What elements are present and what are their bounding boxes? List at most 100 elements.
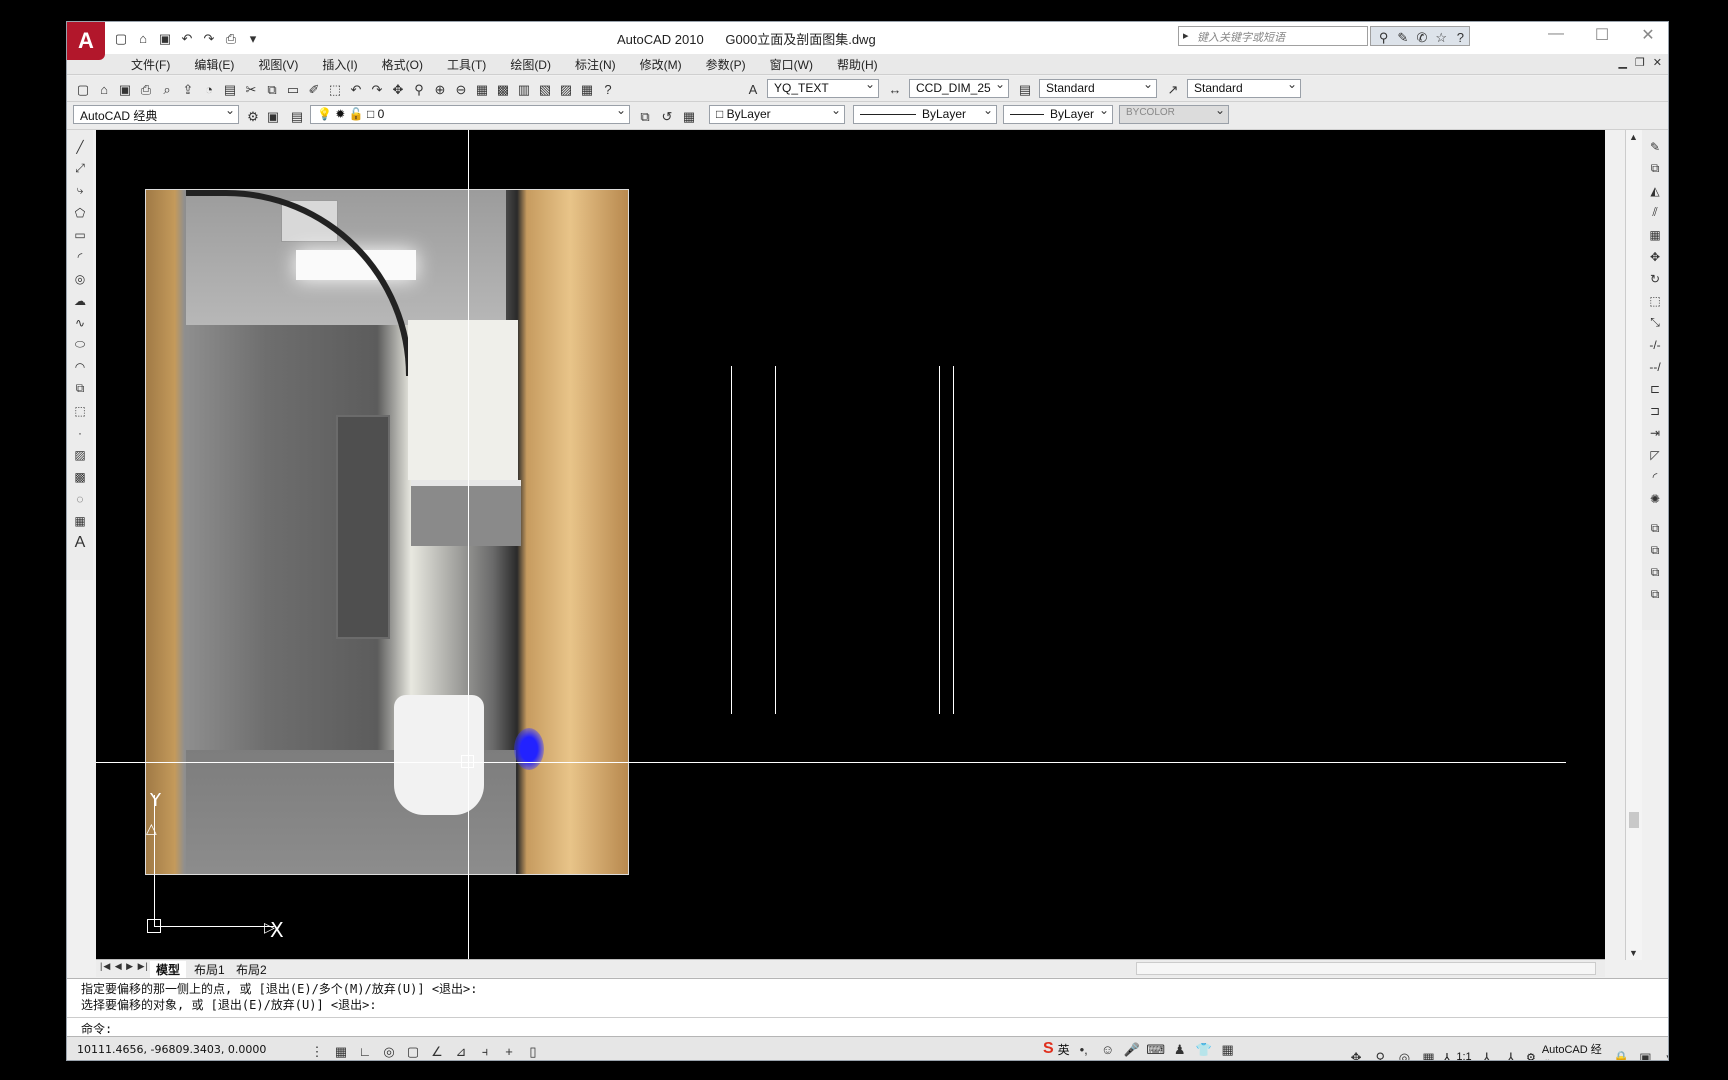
search-input[interactable]: 键入关键字或短语 (1178, 26, 1368, 46)
tab-navigation-icon[interactable]: |◀ ◀ ▶ ▶| (100, 961, 149, 972)
draw-order-front-icon[interactable]: ⧉ (1645, 518, 1665, 539)
toolbar-redo-icon[interactable]: ↷ (367, 79, 387, 99)
table-icon[interactable]: ▦ (70, 510, 90, 531)
dim-style-icon[interactable]: ↔ (885, 79, 905, 99)
application-menu-button[interactable]: A (67, 22, 105, 60)
drawn-line-2[interactable] (775, 366, 776, 714)
sogou-icon[interactable]: S (1043, 1040, 1054, 1058)
preview-icon[interactable]: ⌕ (157, 79, 177, 99)
layer-state-icon[interactable]: ▦ (679, 106, 699, 126)
explode-icon[interactable]: ✺ (1645, 488, 1665, 509)
extend-icon[interactable]: --/ (1645, 356, 1665, 377)
help-icon[interactable]: ? (1452, 27, 1469, 47)
layer-select[interactable]: 💡 ✹ 🔓 □ 0 (310, 105, 630, 124)
chamfer-icon[interactable]: ◸ (1645, 444, 1665, 465)
publish-icon[interactable]: ⇪ (178, 79, 198, 99)
workspace-status[interactable]: AutoCAD 经典 (1542, 1041, 1606, 1060)
auto-scale-icon[interactable]: ⅄ (1502, 1047, 1520, 1061)
menu-insert[interactable]: 插入(I) (310, 54, 369, 74)
layer-previous-icon[interactable]: ↺ (657, 106, 677, 126)
dim-style-select[interactable]: CCD_DIM_25 (909, 79, 1009, 98)
save-toolbar-icon[interactable]: ▣ (115, 79, 135, 99)
copy-object-icon[interactable]: ⧉ (1645, 158, 1665, 179)
fillet-icon[interactable]: ◜ (1645, 466, 1665, 487)
drawing-canvas[interactable]: Y X ▷ △ (96, 130, 1605, 960)
doc-minimize-icon[interactable]: ▁ (1618, 56, 1626, 69)
isolate-icon[interactable]: ▾ (1661, 1047, 1668, 1061)
zoom-previous-icon[interactable]: ⊖ (451, 79, 471, 99)
rotate-icon[interactable]: ↻ (1645, 268, 1665, 289)
drawn-line-3[interactable] (939, 366, 940, 714)
user-icon[interactable]: ♟ (1170, 1039, 1190, 1059)
favorites-star-icon[interactable]: ☆ (1433, 27, 1450, 47)
menu-file[interactable]: 文件(F) (119, 54, 182, 74)
table-style-icon[interactable]: ▤ (1015, 79, 1035, 99)
tool-palettes-icon[interactable]: ▥ (514, 79, 534, 99)
otrack-icon[interactable]: ∠ (427, 1041, 447, 1060)
menu-modify[interactable]: 修改(M) (628, 54, 694, 74)
sheet-set-icon[interactable]: ▧ (535, 79, 555, 99)
tab-layout2[interactable]: 布局2 (230, 961, 273, 978)
horizontal-scrollbar[interactable] (1136, 962, 1596, 975)
qat-dropdown-icon[interactable]: ▾ (243, 28, 263, 48)
doc-restore-icon[interactable]: ❐ (1635, 56, 1645, 69)
calculator-icon[interactable]: ▦ (577, 79, 597, 99)
scroll-down-icon[interactable]: ▼ (1629, 948, 1638, 958)
steeringwheel-icon[interactable]: ◎ (1395, 1047, 1413, 1061)
grid-icon[interactable]: ▦ (331, 1041, 351, 1060)
command-window[interactable]: 指定要偏移的那一侧上的点, 或 [退出(E)/多个(M)/放弃(U)] <退出>… (67, 978, 1668, 1037)
dyn-icon[interactable]: ⫞ (475, 1041, 495, 1060)
ellipse-icon[interactable]: ⬭ (70, 334, 90, 355)
punctuation-icon[interactable]: •, (1074, 1039, 1094, 1059)
design-center-icon[interactable]: ▩ (493, 79, 513, 99)
new-file-icon[interactable]: ▢ (111, 28, 131, 48)
redo-icon[interactable]: ↷ (199, 28, 219, 48)
workspace-settings-icon[interactable]: ⚙ (243, 106, 263, 126)
point-icon[interactable]: · (70, 422, 90, 443)
menu-dimension[interactable]: 标注(N) (563, 54, 628, 74)
polar-icon[interactable]: ◎ (379, 1041, 399, 1060)
make-current-layer-icon[interactable]: ⧉ (635, 106, 655, 126)
sheet-icon[interactable]: ▤ (220, 79, 240, 99)
save-icon[interactable]: ▣ (155, 28, 175, 48)
properties-icon[interactable]: ▦ (472, 79, 492, 99)
3d-dwf-icon[interactable]: ◔ (199, 79, 219, 99)
copy-icon[interactable]: ⧉ (262, 79, 282, 99)
zoom-window-icon[interactable]: ⊕ (430, 79, 450, 99)
annotation-visibility-icon[interactable]: ⅄ (1478, 1047, 1496, 1061)
offset-icon[interactable]: ⫽ (1645, 202, 1665, 223)
line-icon[interactable]: ╱ (70, 136, 90, 157)
mirror-icon[interactable]: ◭ (1645, 180, 1665, 201)
menu-view[interactable]: 视图(V) (246, 54, 310, 74)
lineweight-select[interactable]: ByLayer (1003, 105, 1113, 124)
polygon-icon[interactable]: ⬠ (70, 202, 90, 223)
plot-icon[interactable]: ⎙ (221, 28, 241, 48)
gradient-icon[interactable]: ▩ (70, 466, 90, 487)
qnew-icon[interactable]: ▢ (73, 79, 93, 99)
move-icon[interactable]: ✥ (1645, 246, 1665, 267)
arc-icon[interactable]: ◜ (70, 246, 90, 267)
erase-icon[interactable]: ✎ (1645, 136, 1665, 157)
osnap-icon[interactable]: ▢ (403, 1041, 423, 1060)
workspace-save-icon[interactable]: ▣ (263, 106, 283, 126)
paste-icon[interactable]: ▭ (283, 79, 303, 99)
close-icon[interactable]: ✕ (1636, 25, 1660, 45)
ime-language[interactable]: 英 (1058, 1041, 1070, 1058)
insert-block-icon[interactable]: ⧉ (70, 378, 90, 399)
draw-order-under-icon[interactable]: ⧉ (1645, 584, 1665, 605)
toolbox-icon[interactable]: ▦ (1218, 1039, 1238, 1059)
binoculars-icon[interactable]: ⚲ (1375, 27, 1392, 47)
stretch-icon[interactable]: ⤡ (1645, 312, 1665, 333)
communication-icon[interactable]: ✆ (1413, 27, 1430, 47)
bathroom-reference-image[interactable] (145, 189, 629, 875)
scroll-up-icon[interactable]: ▲ (1629, 132, 1638, 142)
trim-icon[interactable]: -/- (1645, 334, 1665, 355)
linetype-select[interactable]: ByLayer (853, 105, 997, 124)
lineweight-display-icon[interactable]: + (499, 1041, 519, 1060)
maximize-icon[interactable]: ☐ (1590, 25, 1614, 45)
block-editor-icon[interactable]: ⬚ (325, 79, 345, 99)
doc-close-icon[interactable]: ✕ (1653, 56, 1662, 69)
tab-model[interactable]: 模型 (150, 961, 187, 978)
vertical-scroll-thumb[interactable] (1629, 812, 1639, 828)
array-icon[interactable]: ▦ (1645, 224, 1665, 245)
